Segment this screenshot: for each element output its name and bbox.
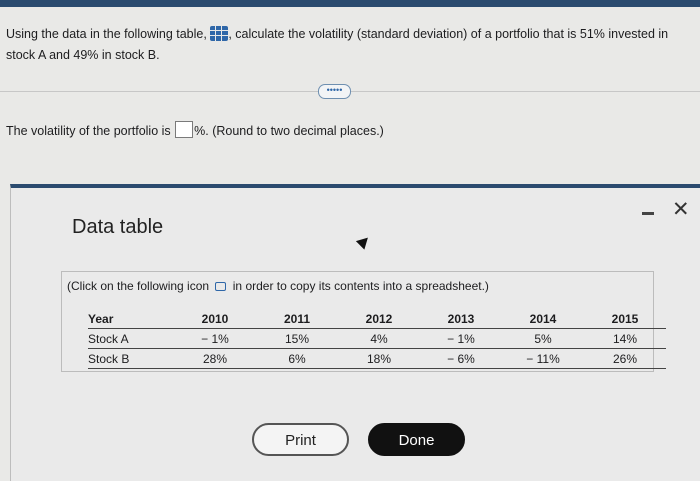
header-2010: 2010 <box>174 309 256 329</box>
table-cell: 18% <box>338 348 420 369</box>
table-cell: 6% <box>256 348 338 369</box>
header-2014: 2014 <box>502 309 584 329</box>
copy-icon[interactable] <box>215 282 227 291</box>
answer-line: The volatility of the portfolio is %. (R… <box>6 121 384 138</box>
answer-suffix: %. (Round to two decimal places.) <box>194 124 384 138</box>
table-cell: 15% <box>256 328 338 349</box>
table-cell: 26% <box>584 348 666 369</box>
volatility-answer-input[interactable] <box>175 121 194 138</box>
question-text-start: Using the data in the following table, <box>6 27 207 41</box>
table-cell: − 1% <box>420 328 502 349</box>
table-cell: − 6% <box>420 348 502 369</box>
print-button[interactable]: Print <box>252 423 349 456</box>
row-label: Stock A <box>88 328 174 349</box>
header-2015: 2015 <box>584 309 666 329</box>
header-year: Year <box>88 309 174 329</box>
table-cell: − 1% <box>174 328 256 349</box>
table-cell: 28% <box>174 348 256 369</box>
returns-table: Year 2010 2011 2012 2013 2014 2015 Stock… <box>88 309 666 369</box>
table-cell: 5% <box>502 328 584 349</box>
table-cell: − 11% <box>502 348 584 369</box>
table-cell: 4% <box>338 328 420 349</box>
table-row-stock-a: Stock A − 1% 15% 4% − 1% 5% 14% <box>88 328 666 349</box>
table-grid-icon[interactable] <box>210 26 229 41</box>
answer-prefix: The volatility of the portfolio is <box>6 124 171 138</box>
table-row-stock-b: Stock B 28% 6% 18% − 6% − 11% 26% <box>88 348 666 369</box>
header-2012: 2012 <box>338 309 420 329</box>
instruction-end: in order to copy its contents into a spr… <box>232 279 489 293</box>
row-label: Stock B <box>88 348 174 369</box>
header-2011: 2011 <box>256 309 338 329</box>
table-cell: 14% <box>584 328 666 349</box>
copy-instruction: (Click on the following icon in order to… <box>67 279 489 293</box>
close-icon[interactable]: ✕ <box>672 199 690 220</box>
header-2013: 2013 <box>420 309 502 329</box>
done-button[interactable]: Done <box>368 423 465 456</box>
dialog-title: Data table <box>72 216 164 238</box>
minimize-icon[interactable] <box>642 212 654 215</box>
expand-more-button[interactable]: ••••• <box>318 84 351 99</box>
top-header-bar <box>0 0 700 7</box>
instruction-start: (Click on the following icon <box>67 279 210 293</box>
table-header-row: Year 2010 2011 2012 2013 2014 2015 <box>88 309 666 329</box>
question-text: Using the data in the following table, ,… <box>6 24 696 66</box>
